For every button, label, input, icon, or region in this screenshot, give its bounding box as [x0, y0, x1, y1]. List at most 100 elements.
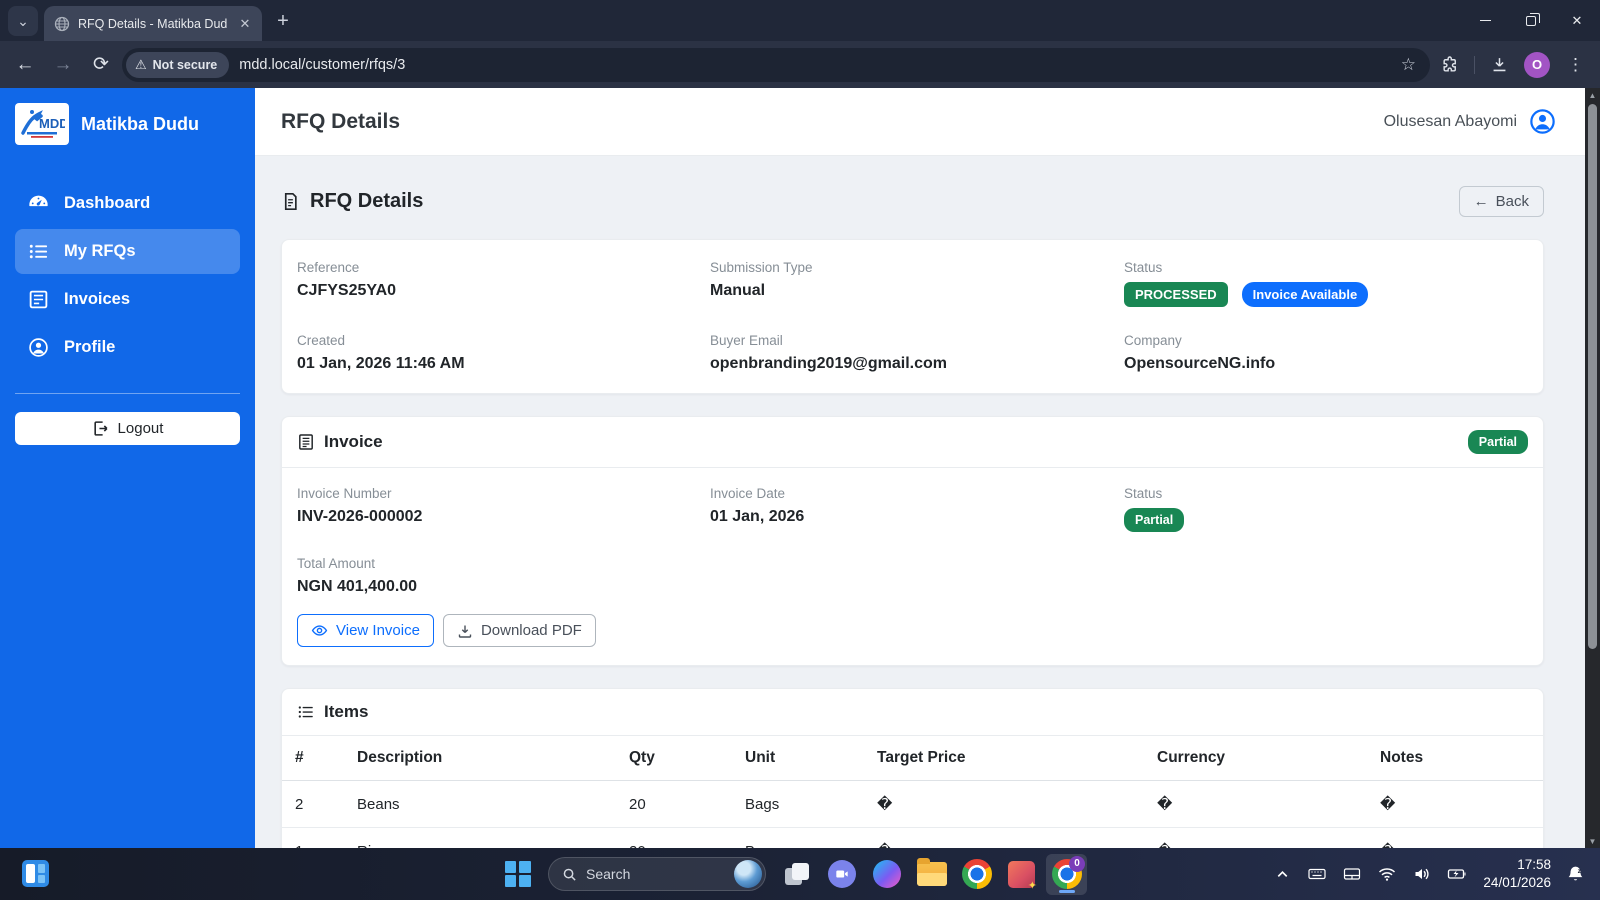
chevron-down-icon: ⌄ [17, 12, 29, 29]
new-tab-button[interactable]: + [268, 6, 298, 36]
scrollbar-thumb[interactable] [1588, 104, 1597, 649]
taskbar-search[interactable]: Search [548, 857, 766, 891]
warning-icon: ⚠ [135, 56, 147, 72]
wifi-icon[interactable] [1374, 861, 1400, 887]
scroll-down-icon[interactable]: ▼ [1589, 834, 1597, 848]
table-row: 2 Beans 20 Bags � � � [282, 780, 1543, 828]
restore-button[interactable] [1508, 0, 1554, 41]
logout-button[interactable]: Logout [15, 412, 240, 445]
page-scrollbar[interactable]: ▲ ▼ [1585, 88, 1600, 848]
not-secure-label: Not secure [152, 57, 218, 72]
clock-time: 17:58 [1517, 857, 1551, 873]
tab-search-button[interactable]: ⌄ [8, 6, 38, 36]
installer-app-button[interactable] [1001, 854, 1042, 895]
sidebar-item-label: My RFQs [64, 242, 136, 260]
table-cell: � [869, 827, 1149, 848]
widgets-button[interactable] [22, 860, 49, 887]
minimize-icon [1479, 19, 1491, 22]
close-button[interactable]: ✕ [1554, 0, 1600, 41]
back-button[interactable]: ← Back [1458, 186, 1544, 217]
teams-chat-button[interactable] [821, 854, 862, 895]
invoice-header-badge: Partial [1467, 430, 1528, 454]
table-column-header: Description [349, 736, 621, 781]
table-column-header: Unit [737, 736, 869, 781]
volume-icon[interactable] [1409, 861, 1435, 887]
browser-profile-avatar[interactable]: O [1524, 51, 1550, 78]
download-pdf-label: Download PDF [480, 622, 582, 639]
view-invoice-label: View Invoice [336, 622, 420, 639]
chrome-active-button[interactable]: 0 [1046, 853, 1087, 895]
back-nav-button[interactable]: ← [8, 48, 42, 82]
forward-nav-button[interactable]: → [46, 48, 80, 82]
forward-arrow-icon: → [53, 53, 73, 75]
reload-button[interactable]: ⟳ [84, 48, 118, 82]
window-controls: ✕ [1462, 0, 1600, 41]
tray-chevron-button[interactable] [1269, 861, 1295, 887]
invoice-status-badge: Partial [1124, 508, 1185, 532]
field-label: Company [1124, 333, 1182, 348]
system-tray: 17:58 24/01/2026 z [1269, 848, 1588, 900]
downloads-button[interactable] [1483, 49, 1515, 81]
installer-app-icon [1008, 860, 1037, 892]
invoice-icon [28, 289, 49, 310]
table-cell: Bags [737, 780, 869, 828]
sidebar-item-label: Profile [64, 338, 116, 356]
taskbar-clock[interactable]: 17:58 24/01/2026 [1483, 856, 1551, 891]
chrome-badge: 0 [1069, 855, 1085, 872]
speedometer-icon [28, 193, 49, 214]
toolbar-divider [1474, 55, 1475, 74]
field-created: Created 01 Jan, 2026 11:46 AM [297, 333, 710, 373]
field-value: 01 Jan, 2026 11:46 AM [297, 355, 465, 372]
copilot-icon [872, 860, 901, 888]
table-cell: � [1372, 827, 1543, 848]
extensions-button[interactable] [1434, 49, 1466, 81]
field-reference: Reference CJFYS25YA0 [297, 260, 710, 307]
field-total-amount: Total Amount NGN 401,400.00 [297, 556, 710, 596]
back-arrow-icon: ← [15, 53, 35, 75]
view-invoice-button[interactable]: View Invoice [297, 614, 434, 647]
app-viewport: MDD Matikba Dudu Dashboard My RFQs Invoi… [0, 88, 1600, 848]
bookmark-star-icon[interactable]: ☆ [1393, 55, 1424, 75]
file-explorer-button[interactable] [911, 854, 952, 895]
reload-icon: ⟳ [93, 54, 109, 75]
logout-icon [92, 420, 109, 437]
table-cell: Rice [349, 827, 621, 848]
keyboard-icon[interactable] [1304, 861, 1330, 887]
sidebar-item-invoices[interactable]: Invoices [15, 277, 240, 322]
battery-charging-icon[interactable] [1444, 861, 1470, 887]
user-menu[interactable]: Olusesan Abayomi [1384, 108, 1556, 135]
table-cell: � [869, 780, 1149, 828]
browser-menu-button[interactable]: ⋮ [1559, 55, 1592, 75]
sidebar: MDD Matikba Dudu Dashboard My RFQs Invoi… [0, 88, 255, 848]
address-bar[interactable]: ⚠ Not secure mdd.local/customer/rfqs/3 ☆ [122, 47, 1430, 82]
field-value: OpensourceNG.info [1124, 355, 1276, 372]
task-view-button[interactable] [776, 854, 817, 895]
table-cell: 1 [282, 827, 349, 848]
field-invoice-number: Invoice Number INV-2026-000002 [297, 486, 710, 532]
brand-name: Matikba Dudu [81, 113, 200, 134]
chrome-button[interactable] [956, 854, 997, 895]
field-label: Invoice Date [710, 486, 786, 501]
sidebar-item-dashboard[interactable]: Dashboard [15, 181, 240, 226]
windows-logo-icon [504, 861, 531, 887]
touchpad-icon[interactable] [1339, 861, 1365, 887]
invoice-card-title: Invoice [324, 432, 383, 451]
sidebar-item-profile[interactable]: Profile [15, 325, 240, 370]
tab-close-icon[interactable]: ✕ [236, 15, 254, 33]
copilot-button[interactable] [866, 854, 907, 895]
restore-icon [1526, 12, 1540, 26]
back-label: Back [1495, 193, 1529, 210]
scroll-up-icon[interactable]: ▲ [1589, 88, 1597, 102]
browser-tab[interactable]: RFQ Details - Matikba Dudu ✕ [44, 6, 262, 41]
items-card-title: Items [324, 702, 369, 721]
minimize-button[interactable] [1462, 0, 1508, 41]
globe-favicon-icon [54, 16, 70, 32]
notification-bell-icon[interactable]: z [1562, 861, 1588, 887]
not-secure-chip[interactable]: ⚠ Not secure [126, 51, 230, 78]
start-button[interactable] [497, 854, 538, 895]
sidebar-item-my-rfqs[interactable]: My RFQs [15, 229, 240, 274]
brand: MDD Matikba Dudu [15, 103, 240, 145]
download-pdf-button[interactable]: Download PDF [442, 614, 596, 647]
field-invoice-date: Invoice Date 01 Jan, 2026 [710, 486, 1124, 532]
table-column-header: Notes [1372, 736, 1543, 781]
